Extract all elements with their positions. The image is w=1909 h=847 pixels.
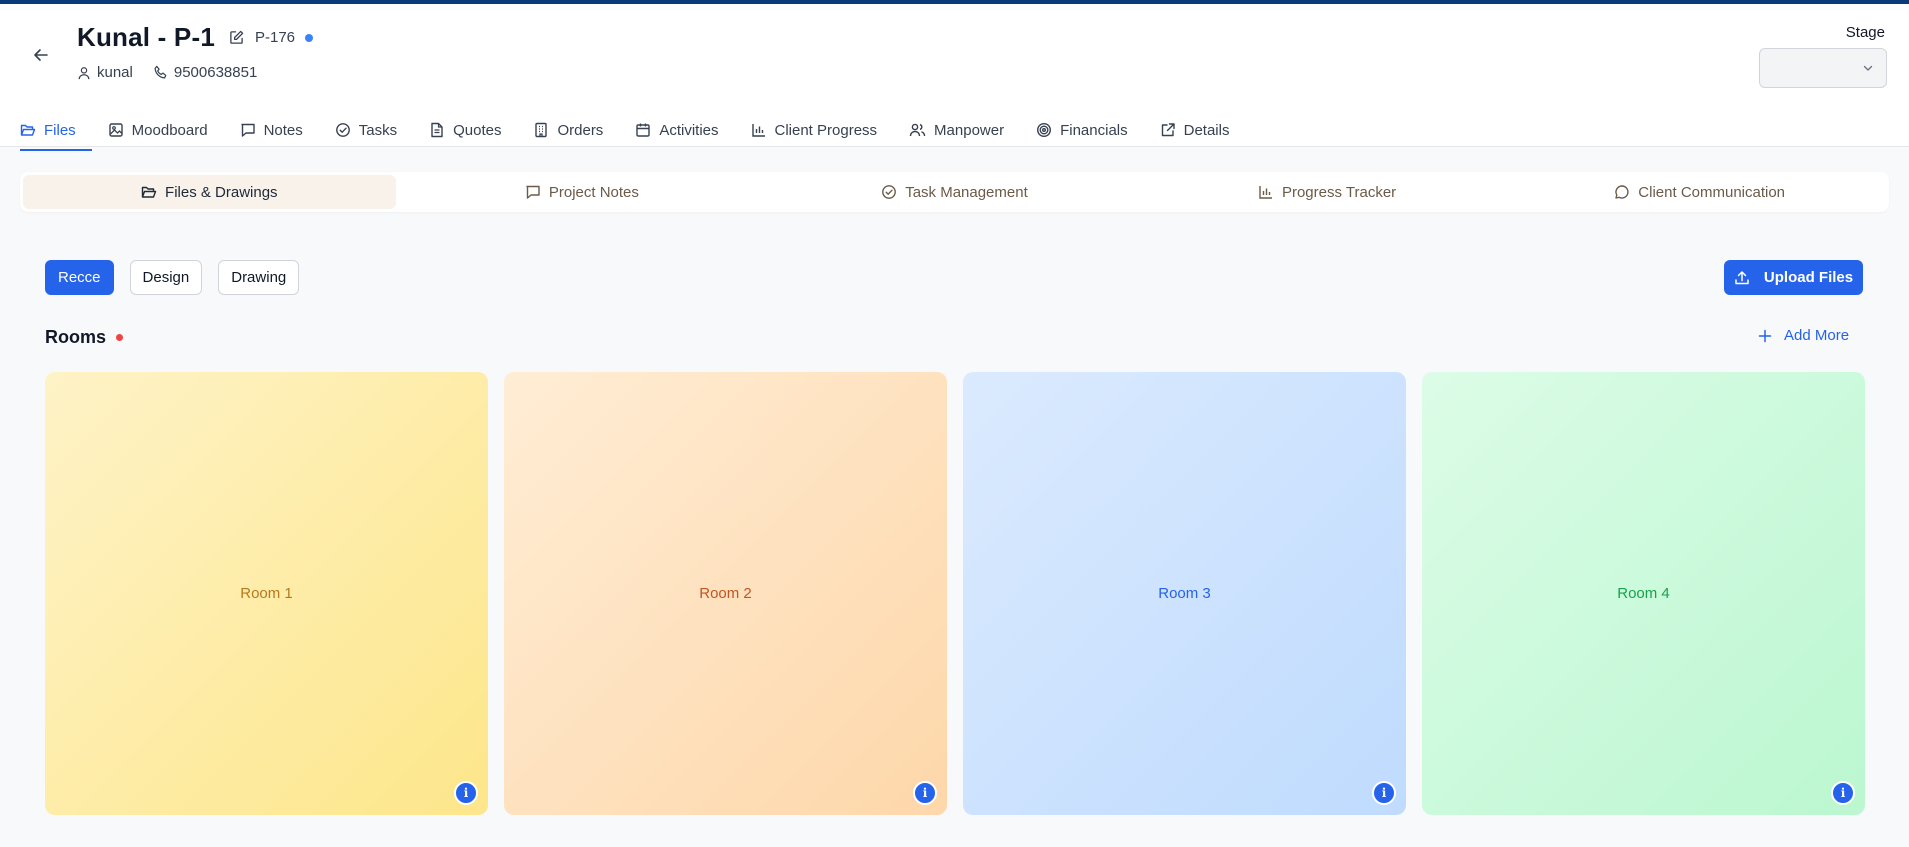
info-icon[interactable]: i xyxy=(1831,781,1855,805)
subtab-label: Task Management xyxy=(905,183,1028,201)
room-name: Room 4 xyxy=(1617,585,1670,602)
room-card[interactable]: Room 3 i xyxy=(963,372,1406,815)
tab-orders[interactable]: Orders xyxy=(533,111,619,149)
folder-open-icon xyxy=(20,124,36,136)
upload-icon xyxy=(1735,270,1749,284)
tab-moodboard[interactable]: Moodboard xyxy=(108,111,224,149)
tab-label: Client Progress xyxy=(774,121,878,139)
files-subnav: Files & Drawings Project Notes Task Mana… xyxy=(20,172,1889,212)
room-name: Room 1 xyxy=(240,585,293,602)
bar-chart-icon xyxy=(751,124,765,137)
arrow-left-icon xyxy=(34,49,48,61)
tab-tasks[interactable]: Tasks xyxy=(335,111,413,149)
file-category-filters: Recce Design Drawing xyxy=(45,260,300,295)
project-title: Kunal - P-1 xyxy=(77,22,215,52)
contact-row: kunal 9500638851 xyxy=(77,64,257,81)
info-icon[interactable]: i xyxy=(913,781,937,805)
user-name: kunal xyxy=(97,64,133,81)
users-icon xyxy=(909,123,926,137)
project-code: P-176 xyxy=(255,29,296,46)
info-icon[interactable]: i xyxy=(1372,781,1396,805)
tab-notes[interactable]: Notes xyxy=(240,111,319,149)
message-square-icon xyxy=(526,185,540,199)
rooms-grid: Room 1 i Room 2 i Room 3 i Room 4 i xyxy=(45,372,1865,815)
image-icon xyxy=(108,123,123,137)
tab-label: Details xyxy=(1183,121,1230,139)
tab-financials[interactable]: Financials xyxy=(1036,111,1144,149)
tab-label: Notes xyxy=(263,121,303,139)
subtab-client-communication[interactable]: Client Communication xyxy=(1513,175,1886,209)
message-circle-icon xyxy=(1615,185,1629,199)
chevron-down-icon xyxy=(1863,65,1873,71)
tab-client-progress[interactable]: Client Progress xyxy=(751,111,894,149)
tab-manpower[interactable]: Manpower xyxy=(909,111,1020,149)
stage-select[interactable] xyxy=(1759,48,1887,88)
tab-files[interactable]: Files xyxy=(20,111,92,151)
external-link-icon xyxy=(1161,123,1175,137)
room-name: Room 3 xyxy=(1158,585,1211,602)
upload-files-button[interactable]: Upload Files xyxy=(1724,260,1863,295)
project-tabs: Files Moodboard Notes Tasks Quotes Order… xyxy=(20,111,1261,151)
room-name: Room 2 xyxy=(699,585,752,602)
status-dot xyxy=(305,33,314,42)
plus-icon xyxy=(1758,329,1772,342)
phone-number: 9500638851 xyxy=(173,64,258,81)
subtab-project-notes[interactable]: Project Notes xyxy=(396,175,769,209)
calendar-icon xyxy=(636,123,651,137)
message-square-icon xyxy=(240,123,255,137)
add-more-label: Add More xyxy=(1784,327,1850,344)
edit-icon[interactable] xyxy=(227,29,245,47)
stage-label: Stage xyxy=(1845,24,1885,41)
tab-label: Files xyxy=(44,121,76,139)
subtab-label: Client Communication xyxy=(1638,183,1786,201)
bar-chart-icon xyxy=(1259,186,1272,199)
user-icon xyxy=(78,66,90,79)
subtab-label: Files & Drawings xyxy=(165,183,278,201)
tab-quotes[interactable]: Quotes xyxy=(429,111,517,149)
tab-activities[interactable]: Activities xyxy=(635,111,734,149)
check-circle-icon xyxy=(335,123,350,137)
tab-label: Orders xyxy=(557,121,604,139)
subtab-files-drawings[interactable]: Files & Drawings xyxy=(23,175,396,209)
rooms-heading: Rooms xyxy=(45,327,124,348)
check-circle-icon xyxy=(882,185,897,199)
target-icon xyxy=(1037,122,1052,138)
subtab-label: Progress Tracker xyxy=(1281,183,1397,201)
subtab-label: Project Notes xyxy=(548,183,639,201)
filter-recce[interactable]: Recce xyxy=(45,260,114,295)
phone-icon xyxy=(154,65,167,79)
room-card[interactable]: Room 4 i xyxy=(1422,372,1865,815)
tab-label: Manpower xyxy=(934,121,1005,139)
filter-drawing[interactable]: Drawing xyxy=(218,260,300,295)
phone-meta: 9500638851 xyxy=(153,64,257,81)
tab-label: Financials xyxy=(1060,121,1128,139)
folder-open-icon xyxy=(141,186,157,198)
back-button[interactable] xyxy=(28,42,54,68)
project-header: Kunal - P-1 P-176 kunal 9500638851 Stage… xyxy=(0,4,1909,151)
room-card[interactable]: Room 2 i xyxy=(504,372,947,815)
required-dot xyxy=(116,334,124,341)
tab-label: Moodboard xyxy=(131,121,208,139)
tab-label: Tasks xyxy=(358,121,398,139)
rooms-title: Rooms xyxy=(45,327,107,347)
subtab-task-management[interactable]: Task Management xyxy=(768,175,1141,209)
tab-label: Quotes xyxy=(453,121,502,139)
tab-label: Activities xyxy=(659,121,719,139)
upload-files-label: Upload Files xyxy=(1763,269,1854,286)
tab-details[interactable]: Details xyxy=(1160,111,1246,149)
filter-design[interactable]: Design xyxy=(129,260,203,295)
info-icon[interactable]: i xyxy=(454,781,478,805)
title-row: Kunal - P-1 P-176 xyxy=(77,22,314,53)
building-icon xyxy=(535,122,548,138)
file-text-icon xyxy=(431,122,443,138)
user-meta: kunal xyxy=(77,64,133,81)
room-card[interactable]: Room 1 i xyxy=(45,372,488,815)
subtab-progress-tracker[interactable]: Progress Tracker xyxy=(1141,175,1514,209)
add-more-button[interactable]: Add More xyxy=(1758,327,1849,344)
